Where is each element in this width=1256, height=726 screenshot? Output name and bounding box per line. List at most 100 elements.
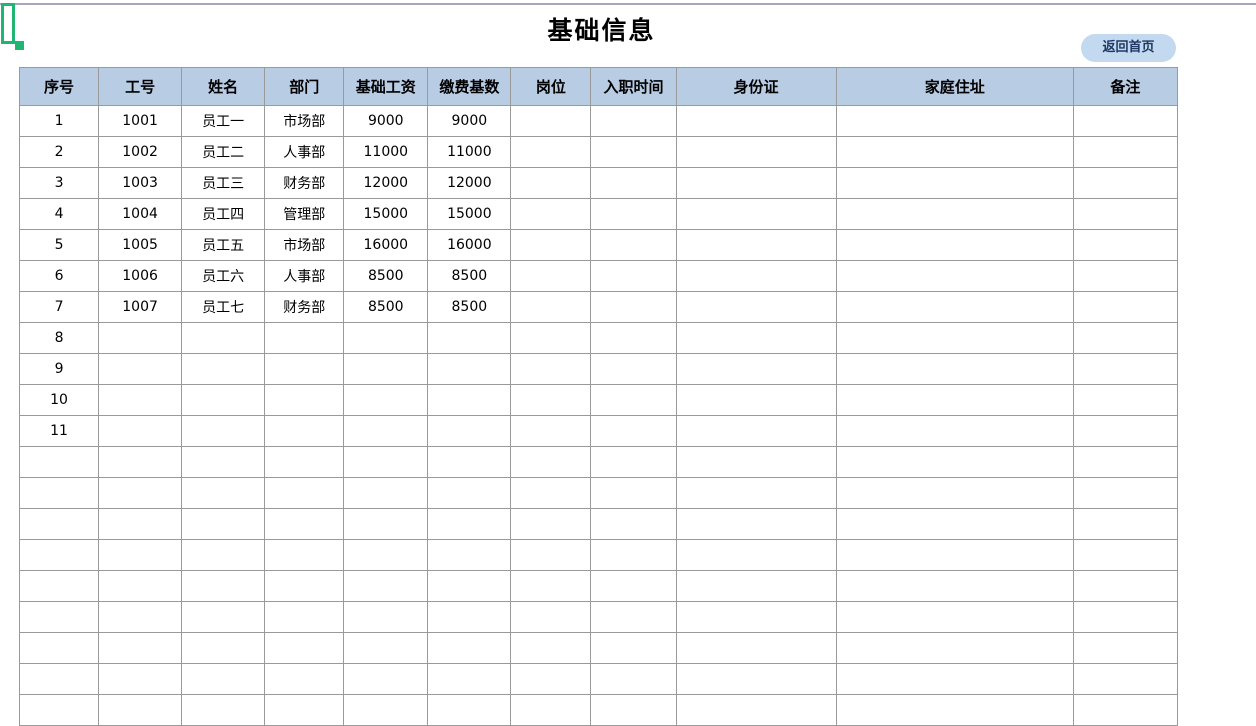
cell-base_wage[interactable]: 16000: [343, 229, 429, 261]
column-header-seq[interactable]: 序号: [18, 67, 100, 106]
cell-department[interactable]: [264, 477, 345, 509]
cell-position[interactable]: [510, 291, 592, 323]
cell-remark[interactable]: [1072, 477, 1179, 509]
cell-position[interactable]: [510, 663, 592, 695]
cell-address[interactable]: [835, 384, 1074, 416]
cell-pay_base[interactable]: [427, 663, 512, 695]
cell-seq[interactable]: [18, 477, 100, 509]
cell-pay_base[interactable]: [427, 508, 512, 540]
cell-position[interactable]: [510, 477, 592, 509]
cell-pay_base[interactable]: 8500: [427, 260, 512, 292]
cell-base_wage[interactable]: 8500: [343, 291, 429, 323]
cell-pay_base[interactable]: [427, 601, 512, 633]
cell-remark[interactable]: [1072, 415, 1179, 447]
cell-name[interactable]: 员工五: [181, 229, 266, 261]
cell-base_wage[interactable]: 12000: [343, 167, 429, 199]
cell-seq[interactable]: [18, 570, 100, 602]
cell-position[interactable]: [510, 136, 592, 168]
cell-hire_date[interactable]: [590, 601, 677, 633]
cell-remark[interactable]: [1072, 694, 1179, 726]
cell-emp_no[interactable]: [98, 446, 183, 478]
cell-base_wage[interactable]: 11000: [343, 136, 429, 168]
cell-seq[interactable]: 1: [18, 105, 100, 137]
column-header-position[interactable]: 岗位: [510, 67, 592, 106]
cell-remark[interactable]: [1072, 353, 1179, 385]
cell-pay_base[interactable]: 15000: [427, 198, 512, 230]
cell-hire_date[interactable]: [590, 570, 677, 602]
cell-name[interactable]: [181, 384, 266, 416]
cell-position[interactable]: [510, 694, 592, 726]
cell-address[interactable]: [835, 694, 1074, 726]
cell-remark[interactable]: [1072, 167, 1179, 199]
cell-department[interactable]: [264, 446, 345, 478]
column-header-emp_no[interactable]: 工号: [98, 67, 183, 106]
cell-position[interactable]: [510, 322, 592, 354]
cell-address[interactable]: [835, 601, 1074, 633]
column-header-address[interactable]: 家庭住址: [835, 67, 1074, 106]
cell-remark[interactable]: [1072, 632, 1179, 664]
cell-pay_base[interactable]: [427, 353, 512, 385]
cell-name[interactable]: [181, 477, 266, 509]
cell-id_card[interactable]: [675, 198, 837, 230]
cell-pay_base[interactable]: 11000: [427, 136, 512, 168]
cell-department[interactable]: [264, 353, 345, 385]
cell-emp_no[interactable]: [98, 632, 183, 664]
cell-department[interactable]: 市场部: [264, 105, 345, 137]
cell-base_wage[interactable]: [343, 539, 429, 571]
cell-emp_no[interactable]: [98, 570, 183, 602]
cell-remark[interactable]: [1072, 601, 1179, 633]
cell-id_card[interactable]: [675, 229, 837, 261]
cell-position[interactable]: [510, 198, 592, 230]
cell-base_wage[interactable]: 9000: [343, 105, 429, 137]
cell-name[interactable]: [181, 353, 266, 385]
cell-hire_date[interactable]: [590, 353, 677, 385]
cell-name[interactable]: [181, 322, 266, 354]
cell-emp_no[interactable]: [98, 539, 183, 571]
cell-department[interactable]: [264, 663, 345, 695]
cell-base_wage[interactable]: 8500: [343, 260, 429, 292]
cell-id_card[interactable]: [675, 446, 837, 478]
cell-seq[interactable]: 10: [18, 384, 100, 416]
cell-name[interactable]: [181, 632, 266, 664]
cell-hire_date[interactable]: [590, 322, 677, 354]
cell-department[interactable]: [264, 322, 345, 354]
cell-pay_base[interactable]: [427, 539, 512, 571]
cell-address[interactable]: [835, 632, 1074, 664]
cell-remark[interactable]: [1072, 105, 1179, 137]
cell-id_card[interactable]: [675, 384, 837, 416]
cell-id_card[interactable]: [675, 477, 837, 509]
cell-position[interactable]: [510, 570, 592, 602]
cell-pay_base[interactable]: 16000: [427, 229, 512, 261]
cell-emp_no[interactable]: [98, 601, 183, 633]
cell-remark[interactable]: [1072, 539, 1179, 571]
cell-emp_no[interactable]: 1003: [98, 167, 183, 199]
cell-hire_date[interactable]: [590, 539, 677, 571]
cell-address[interactable]: [835, 229, 1074, 261]
cell-emp_no[interactable]: 1006: [98, 260, 183, 292]
cell-hire_date[interactable]: [590, 632, 677, 664]
cell-position[interactable]: [510, 539, 592, 571]
cell-emp_no[interactable]: [98, 694, 183, 726]
column-header-remark[interactable]: 备注: [1072, 67, 1179, 106]
cell-id_card[interactable]: [675, 322, 837, 354]
cell-seq[interactable]: [18, 446, 100, 478]
cell-name[interactable]: [181, 694, 266, 726]
cell-name[interactable]: [181, 539, 266, 571]
cell-id_card[interactable]: [675, 632, 837, 664]
cell-hire_date[interactable]: [590, 415, 677, 447]
cell-department[interactable]: [264, 632, 345, 664]
cell-address[interactable]: [835, 260, 1074, 292]
cell-id_card[interactable]: [675, 570, 837, 602]
cell-id_card[interactable]: [675, 601, 837, 633]
cell-emp_no[interactable]: [98, 353, 183, 385]
cell-emp_no[interactable]: 1004: [98, 198, 183, 230]
cell-hire_date[interactable]: [590, 167, 677, 199]
cell-base_wage[interactable]: [343, 508, 429, 540]
cell-hire_date[interactable]: [590, 198, 677, 230]
cell-seq[interactable]: 6: [18, 260, 100, 292]
column-header-pay_base[interactable]: 缴费基数: [427, 67, 512, 106]
cell-id_card[interactable]: [675, 105, 837, 137]
cell-id_card[interactable]: [675, 663, 837, 695]
cell-emp_no[interactable]: 1007: [98, 291, 183, 323]
cell-remark[interactable]: [1072, 663, 1179, 695]
